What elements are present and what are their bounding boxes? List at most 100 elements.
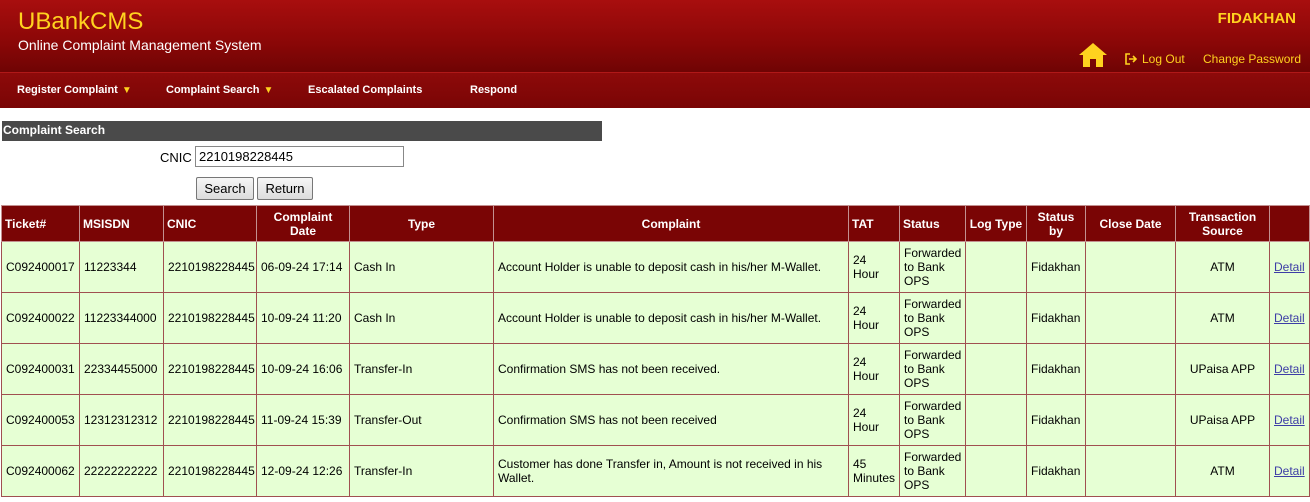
logout-icon [1125,53,1138,65]
cell-msisdn: 11223344 [79,241,164,293]
nav-register-complaint[interactable]: Register Complaint ▼ [17,84,132,96]
app-subtitle: Online Complaint Management System [18,37,262,53]
cell-complaint: Account Holder is unable to deposit cash… [493,292,849,344]
cell-ticket: C092400062 [1,445,80,497]
table-row: C092400022 11223344000 2210198228445 10-… [1,292,1310,344]
cnic-input[interactable] [195,146,404,167]
cell-cnic: 2210198228445 [163,343,257,395]
home-icon[interactable] [1078,42,1108,68]
return-button[interactable]: Return [257,177,313,200]
col-header: CNIC [163,205,257,242]
complaints-table: Ticket# MSISDN CNIC Complaint Date Type … [1,205,1310,497]
search-button[interactable]: Search [196,177,254,200]
cell-status-by: Fidakhan [1026,394,1086,446]
nav-complaint-search[interactable]: Complaint Search ▼ [166,84,273,96]
cell-log-type [965,394,1027,446]
cell-action: Detail [1269,394,1310,446]
app-header: UBankCMS Online Complaint Management Sys… [0,0,1310,72]
detail-link[interactable]: Detail [1274,413,1305,427]
logout-label: Log Out [1142,52,1185,66]
cell-log-type [965,241,1027,293]
detail-link[interactable]: Detail [1274,260,1305,274]
cell-date: 10-09-24 11:20 [256,292,350,344]
cell-cnic: 2210198228445 [163,241,257,293]
cell-msisdn: 11223344000 [79,292,164,344]
cell-date: 06-09-24 17:14 [256,241,350,293]
cell-ticket: C092400031 [1,343,80,395]
cell-tat: 24 Hour [848,292,900,344]
col-header: Transaction Source [1175,205,1270,242]
cell-source: UPaisa APP [1175,394,1270,446]
table-row: C092400017 11223344 2210198228445 06-09-… [1,241,1310,293]
cell-status-by: Fidakhan [1026,343,1086,395]
cell-source: ATM [1175,445,1270,497]
col-header: Type [349,205,494,242]
cell-tat: 24 Hour [848,241,900,293]
cell-type: Transfer-Out [349,394,494,446]
nav-item-label: Register Complaint [17,84,118,96]
cell-cnic: 2210198228445 [163,292,257,344]
change-password-link[interactable]: Change Password [1203,52,1301,66]
table-row: C092400062 22222222222 2210198228445 12-… [1,445,1310,497]
cell-source: ATM [1175,292,1270,344]
cell-source: UPaisa APP [1175,343,1270,395]
nav-escalated-complaints[interactable]: Escalated Complaints [308,84,422,96]
cell-complaint: Confirmation SMS has not been received [493,394,849,446]
cell-tat: 24 Hour [848,394,900,446]
caret-down-icon: ▼ [121,84,132,96]
cell-date: 10-09-24 16:06 [256,343,350,395]
cell-msisdn: 12312312312 [79,394,164,446]
table-row: C092400031 22334455000 2210198228445 10-… [1,343,1310,395]
col-header [1269,205,1310,242]
nav-item-label: Complaint Search [166,84,260,96]
cell-source: ATM [1175,241,1270,293]
cell-tat: 45 Minutes [848,445,900,497]
cell-cnic: 2210198228445 [163,445,257,497]
cell-status-by: Fidakhan [1026,445,1086,497]
cell-ticket: C092400022 [1,292,80,344]
cell-status: Forwarded to Bank OPS [899,343,966,395]
col-header: Status [899,205,966,242]
detail-link[interactable]: Detail [1274,311,1305,325]
cell-close-date [1085,241,1176,293]
cell-status-by: Fidakhan [1026,292,1086,344]
cell-complaint: Customer has done Transfer in, Amount is… [493,445,849,497]
section-title: Complaint Search [2,121,602,141]
col-header: Complaint Date [256,205,350,242]
cell-tat: 24 Hour [848,343,900,395]
cell-close-date [1085,343,1176,395]
cell-status-by: Fidakhan [1026,241,1086,293]
cell-type: Cash In [349,292,494,344]
col-header: Ticket# [1,205,80,242]
nav-respond[interactable]: Respond [470,84,517,96]
detail-link[interactable]: Detail [1274,464,1305,478]
cell-cnic: 2210198228445 [163,394,257,446]
col-header: Close Date [1085,205,1176,242]
table-header-row: Ticket# MSISDN CNIC Complaint Date Type … [1,205,1310,242]
cell-close-date [1085,445,1176,497]
cell-type: Transfer-In [349,343,494,395]
cell-type: Cash In [349,241,494,293]
cell-log-type [965,445,1027,497]
caret-down-icon: ▼ [263,84,274,96]
cell-status: Forwarded to Bank OPS [899,445,966,497]
nav-item-label: Respond [470,84,518,96]
cell-close-date [1085,394,1176,446]
cell-date: 12-09-24 12:26 [256,445,350,497]
nav-item-label: Escalated Complaints [308,84,423,96]
cell-msisdn: 22334455000 [79,343,164,395]
cell-complaint: Confirmation SMS has not been received. [493,343,849,395]
cell-action: Detail [1269,343,1310,395]
cnic-label: CNIC [160,150,192,165]
current-username: FIDAKHAN [1217,10,1296,27]
cell-log-type [965,292,1027,344]
cell-status: Forwarded to Bank OPS [899,292,966,344]
cell-status: Forwarded to Bank OPS [899,394,966,446]
detail-link[interactable]: Detail [1274,362,1305,376]
cell-complaint: Account Holder is unable to deposit cash… [493,241,849,293]
cell-ticket: C092400053 [1,394,80,446]
cell-msisdn: 22222222222 [79,445,164,497]
cell-action: Detail [1269,445,1310,497]
logout-link[interactable]: Log Out [1125,52,1185,66]
table-row: C092400053 12312312312 2210198228445 11-… [1,394,1310,446]
